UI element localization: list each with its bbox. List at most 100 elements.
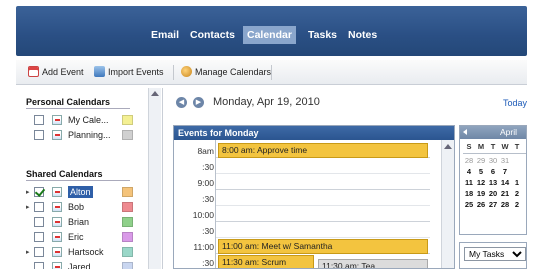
toolbar-divider bbox=[173, 65, 174, 80]
calendar-color-swatch[interactable] bbox=[122, 187, 133, 197]
personal-calendar-item[interactable]: My Cale... bbox=[26, 114, 146, 128]
day-cell[interactable]: 2 bbox=[512, 200, 522, 209]
calendar-name[interactable]: Alton bbox=[68, 186, 93, 198]
calendar-checkbox[interactable] bbox=[34, 115, 44, 125]
calendar-name[interactable]: Planning... bbox=[68, 129, 111, 141]
scroll-up-icon[interactable] bbox=[151, 91, 159, 96]
day-cell[interactable]: 5 bbox=[476, 167, 486, 176]
event-block[interactable]: 11:30 am: Scrum bbox=[218, 255, 314, 268]
tab-email[interactable]: Email bbox=[147, 26, 183, 44]
event-block[interactable]: 11:30 am: Tea bbox=[318, 259, 428, 268]
calendar-color-swatch[interactable] bbox=[122, 115, 133, 125]
calendar-name[interactable]: Eric bbox=[68, 231, 84, 243]
hour-gridline bbox=[216, 205, 430, 206]
calendar-name[interactable]: Jared bbox=[68, 261, 91, 269]
calendar-color-swatch[interactable] bbox=[122, 262, 133, 269]
day-cell[interactable]: 19 bbox=[476, 189, 486, 198]
shared-calendar-item[interactable]: Eric bbox=[26, 231, 146, 245]
day-cell[interactable]: 2 bbox=[512, 189, 522, 198]
add-event-label: Add Event bbox=[42, 67, 84, 77]
calendar-checkbox[interactable] bbox=[34, 247, 44, 257]
weekday-label: M bbox=[477, 142, 485, 151]
day-cell[interactable]: 12 bbox=[476, 178, 486, 187]
calendar-name[interactable]: My Cale... bbox=[68, 114, 109, 126]
day-cell[interactable]: 21 bbox=[500, 189, 510, 198]
expand-arrow-icon[interactable]: ▸ bbox=[26, 248, 30, 256]
personal-calendar-item[interactable]: Planning... bbox=[26, 129, 146, 143]
calendar-icon bbox=[52, 217, 62, 227]
day-cell[interactable]: 20 bbox=[488, 189, 498, 198]
day-cell[interactable]: 14 bbox=[500, 178, 510, 187]
shared-calendar-item[interactable]: ▸ Hartsock bbox=[26, 246, 146, 260]
calendar-icon bbox=[52, 187, 62, 197]
calendar-icon bbox=[52, 262, 62, 269]
shared-calendar-item[interactable]: Jared bbox=[26, 261, 146, 269]
day-cell[interactable]: 27 bbox=[488, 200, 498, 209]
top-navigation-bar: Email Contacts Calendar Tasks Notes bbox=[16, 6, 527, 56]
calendar-checkbox[interactable] bbox=[34, 202, 44, 212]
scroll-up-icon[interactable] bbox=[444, 144, 452, 149]
manage-calendars-button[interactable]: Manage Calendars bbox=[181, 65, 271, 80]
shared-calendar-item[interactable]: ▸ Alton bbox=[26, 186, 146, 200]
day-cell[interactable]: 4 bbox=[464, 167, 474, 176]
event-block[interactable]: 11:00 am: Meet w/ Samantha bbox=[218, 239, 428, 254]
day-cell[interactable]: 6 bbox=[488, 167, 498, 176]
calendar-name[interactable]: Hartsock bbox=[68, 246, 104, 258]
import-events-button[interactable]: Import Events bbox=[94, 65, 164, 80]
day-cell[interactable]: 30 bbox=[488, 156, 498, 165]
calendar-checkbox[interactable] bbox=[34, 232, 44, 242]
hour-label: 10:00 bbox=[192, 210, 214, 220]
weekday-label: T bbox=[490, 142, 496, 151]
day-cell[interactable]: 7 bbox=[500, 167, 510, 176]
calendar-color-swatch[interactable] bbox=[122, 130, 133, 140]
previous-month-icon[interactable] bbox=[463, 129, 467, 135]
day-cell[interactable]: 28 bbox=[464, 156, 474, 165]
calendar-name[interactable]: Bob bbox=[68, 201, 84, 213]
calendar-color-swatch[interactable] bbox=[122, 202, 133, 212]
events-scrollbar[interactable] bbox=[441, 140, 454, 268]
hour-label: 8am bbox=[197, 146, 214, 156]
hour-gridline bbox=[216, 237, 430, 238]
tab-calendar[interactable]: Calendar bbox=[243, 26, 296, 44]
today-link[interactable]: Today bbox=[503, 98, 527, 108]
add-event-button[interactable]: Add Event bbox=[28, 65, 84, 80]
day-cell[interactable]: 13 bbox=[488, 178, 498, 187]
task-list-select[interactable]: My Tasks bbox=[464, 247, 526, 261]
hour-gridline bbox=[216, 221, 430, 222]
day-cell[interactable]: 28 bbox=[500, 200, 510, 209]
personal-calendars-heading: Personal Calendars bbox=[26, 97, 111, 107]
calendar-name[interactable]: Brian bbox=[68, 216, 89, 228]
day-cell[interactable]: 29 bbox=[476, 156, 486, 165]
tab-notes[interactable]: Notes bbox=[344, 26, 381, 44]
tasks-panel: My Tasks bbox=[459, 242, 527, 269]
calendar-checkbox[interactable] bbox=[34, 217, 44, 227]
day-cell[interactable]: 26 bbox=[476, 200, 486, 209]
shared-calendar-item[interactable]: ▸ Bob bbox=[26, 201, 146, 215]
weekday-label: S bbox=[466, 142, 472, 151]
shared-calendar-item[interactable]: Brian bbox=[26, 216, 146, 230]
day-cell[interactable]: 31 bbox=[500, 156, 510, 165]
calendar-color-swatch[interactable] bbox=[122, 247, 133, 257]
day-cell[interactable]: 18 bbox=[464, 189, 474, 198]
calendar-checkbox[interactable] bbox=[34, 187, 44, 197]
hour-label: :30 bbox=[202, 194, 214, 204]
expand-arrow-icon[interactable]: ▸ bbox=[26, 203, 30, 211]
sidebar-scrollbar[interactable] bbox=[148, 88, 161, 269]
calendar-color-swatch[interactable] bbox=[122, 232, 133, 242]
calendar-color-swatch[interactable] bbox=[122, 217, 133, 227]
day-cell[interactable]: 11 bbox=[464, 178, 474, 187]
calendar-checkbox[interactable] bbox=[34, 130, 44, 140]
hour-label: :30 bbox=[202, 162, 214, 172]
day-cell[interactable]: 1 bbox=[512, 178, 522, 187]
calendar-sidebar: Personal Calendars My Cale... Planning..… bbox=[16, 88, 163, 269]
tab-contacts[interactable]: Contacts bbox=[186, 26, 239, 44]
day-cell[interactable]: 25 bbox=[464, 200, 474, 209]
calendar-checkbox[interactable] bbox=[34, 262, 44, 269]
event-block[interactable]: 8:00 am: Approve time bbox=[218, 143, 428, 158]
next-day-button[interactable]: ▶ bbox=[193, 97, 204, 108]
previous-day-button[interactable]: ◀ bbox=[176, 97, 187, 108]
manage-calendars-label: Manage Calendars bbox=[195, 67, 272, 77]
expand-arrow-icon[interactable]: ▸ bbox=[26, 188, 30, 196]
toolbar-divider bbox=[271, 65, 272, 80]
tab-tasks[interactable]: Tasks bbox=[304, 26, 341, 44]
